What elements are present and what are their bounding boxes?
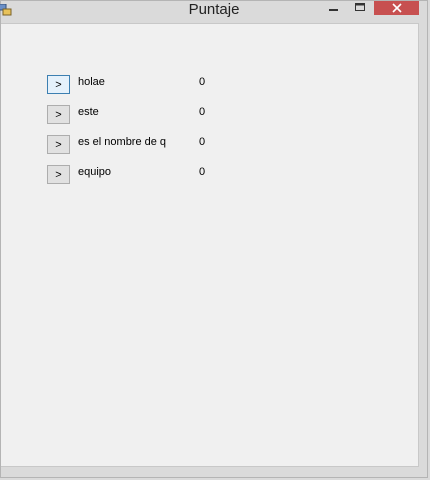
select-row-button[interactable]: > <box>47 75 70 94</box>
app-window: Puntaje > holae 0 > este 0 > es el nombr… <box>0 0 428 478</box>
team-name-label: holae <box>78 76 105 88</box>
maximize-icon <box>355 3 365 11</box>
select-row-button[interactable]: > <box>47 135 70 154</box>
select-row-button[interactable]: > <box>47 105 70 124</box>
minimize-icon <box>329 9 338 11</box>
minimize-button[interactable] <box>323 1 345 15</box>
score-label: 0 <box>199 76 206 88</box>
team-name-label: equipo <box>78 166 112 178</box>
score-label: 0 <box>199 166 206 178</box>
close-button[interactable] <box>374 1 419 15</box>
score-label: 0 <box>199 136 206 148</box>
team-name-label: este <box>78 106 99 118</box>
score-label: 0 <box>199 106 206 118</box>
close-icon <box>391 3 402 13</box>
select-row-button[interactable]: > <box>47 165 70 184</box>
team-name-label: es el nombre de q <box>78 136 167 148</box>
title-bar[interactable]: Puntaje <box>0 1 427 23</box>
maximize-button[interactable] <box>349 1 371 15</box>
form-client-area: > holae 0 > este 0 > es el nombre de q 0… <box>1 23 419 467</box>
